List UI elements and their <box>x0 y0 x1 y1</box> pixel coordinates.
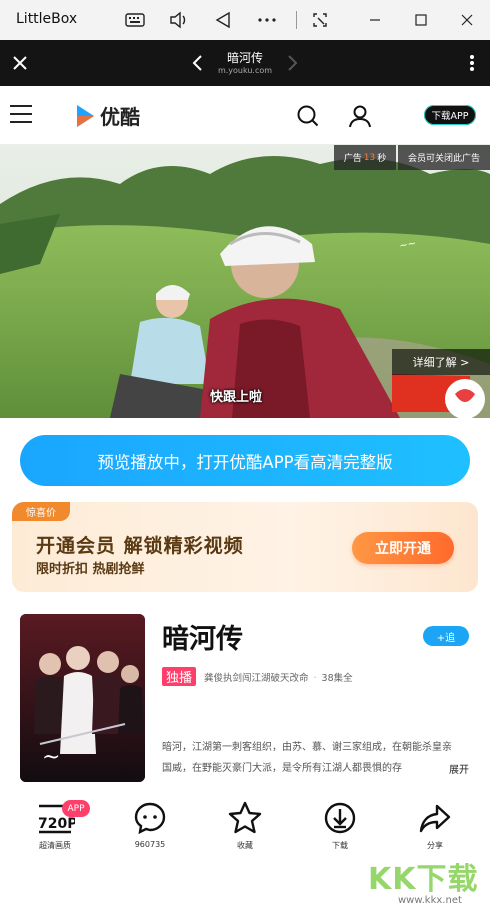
action-favorite[interactable]: 收藏 <box>205 800 285 851</box>
show-title: 暗河传 <box>162 624 243 655</box>
action-label: 960735 <box>134 840 166 849</box>
ad-seconds-unit: 秒 <box>377 154 387 164</box>
vip-subtitle: 限时折扣 热剧抢鲜 <box>36 562 145 577</box>
action-comments[interactable]: 960735 <box>110 800 190 849</box>
back-triangle-icon[interactable] <box>208 6 238 34</box>
follow-button[interactable]: +追 <box>423 626 469 646</box>
youku-logo[interactable]: 优酷 <box>74 101 140 130</box>
user-icon[interactable] <box>348 104 372 128</box>
video-player[interactable]: ~~ <box>0 144 490 418</box>
ad-countdown-value: 13 <box>363 152 376 163</box>
episode-count: 38集全 <box>321 673 353 684</box>
more-dots-icon[interactable] <box>252 6 282 34</box>
app-name: LittleBox <box>16 11 78 27</box>
page-url: m.youku.com <box>217 66 273 75</box>
svg-text:~: ~ <box>42 745 60 770</box>
site-header: 优酷 下载APP <box>0 86 490 144</box>
vip-title: 开通会员 解锁精彩视频 <box>36 535 244 557</box>
tag-separator: · <box>313 673 317 684</box>
keyboard-icon[interactable] <box>120 6 150 34</box>
exclusive-badge: 独播 <box>162 667 196 686</box>
nav-forward-icon[interactable] <box>282 53 302 73</box>
show-description-line2: 国威，在野能灭豪门大派，是令所有江湖人都畏惧的存 <box>162 763 402 774</box>
app-badge: APP <box>62 800 90 817</box>
nav-back-icon[interactable] <box>188 53 208 73</box>
maximize-icon[interactable] <box>398 0 444 40</box>
ad-countdown: 广告 13 秒 <box>334 145 396 170</box>
comment-icon <box>134 802 166 835</box>
menu-icon[interactable] <box>9 104 33 124</box>
action-label: 收藏 <box>237 841 253 850</box>
ad-detail-button[interactable]: 详细了解 > <box>392 349 490 375</box>
action-label: 超清画质 <box>39 841 71 850</box>
watermark-url: www.kkx.net <box>398 895 462 906</box>
screenshot-icon[interactable] <box>305 6 335 34</box>
titlebar-divider <box>296 11 297 29</box>
ad-caption: 快跟上啦 <box>210 390 263 405</box>
youku-logo-icon <box>77 104 94 127</box>
star-icon <box>228 801 262 834</box>
ad-label: 广告 <box>343 154 362 164</box>
window-buttons <box>352 0 490 40</box>
action-label: 分享 <box>427 841 443 850</box>
download-icon <box>324 802 356 834</box>
browser-nav-bar: 暗河传 m.youku.com <box>0 40 490 86</box>
show-tags: 龚俊执剑闯江湖破天改命 · 38集全 <box>204 670 353 684</box>
close-icon[interactable] <box>444 0 490 40</box>
vip-price-tag: 惊喜价 <box>12 502 70 521</box>
window-titlebar: LittleBox <box>0 0 490 40</box>
open-app-preview-button[interactable]: 预览播放中，打开优酷APP看高清完整版 <box>20 435 470 486</box>
volume-icon[interactable] <box>164 6 194 34</box>
show-poster[interactable]: ~ <box>20 614 145 782</box>
watermark-text: KK下载 <box>368 862 479 897</box>
download-app-button[interactable]: 下载APP <box>424 105 476 125</box>
poster-image: ~ <box>20 614 145 782</box>
action-download[interactable]: 下载 <box>300 800 380 851</box>
action-share[interactable]: 分享 <box>395 800 475 851</box>
logo-text: 优酷 <box>100 105 140 129</box>
action-label: 下载 <box>332 841 348 850</box>
minimize-icon[interactable] <box>352 0 398 40</box>
svg-text:720P: 720P <box>38 816 75 832</box>
show-tag: 龚俊执剑闯江湖破天改命 <box>204 673 309 684</box>
more-vertical-icon[interactable] <box>466 53 478 73</box>
share-icon <box>419 804 451 833</box>
expand-description-button[interactable]: 展开 <box>449 761 469 776</box>
ad-video-frame: ~~ <box>0 144 490 418</box>
titlebar-toolbar <box>120 6 349 34</box>
close-icon[interactable] <box>8 51 32 75</box>
vip-banner[interactable]: 惊喜价 开通会员 解锁精彩视频 限时折扣 热剧抢鲜 立即开通 <box>12 502 478 592</box>
page-title: 暗河传 <box>226 51 263 65</box>
show-description-line1: 暗河，江湖第一刺客组织，由苏、慕、谢三家组成，在朝能杀皇亲 <box>162 742 452 753</box>
vip-close-ad-button[interactable]: 会员可关闭此广告 <box>398 145 490 170</box>
search-icon[interactable] <box>296 104 320 128</box>
vip-subscribe-button[interactable]: 立即开通 <box>352 532 454 564</box>
